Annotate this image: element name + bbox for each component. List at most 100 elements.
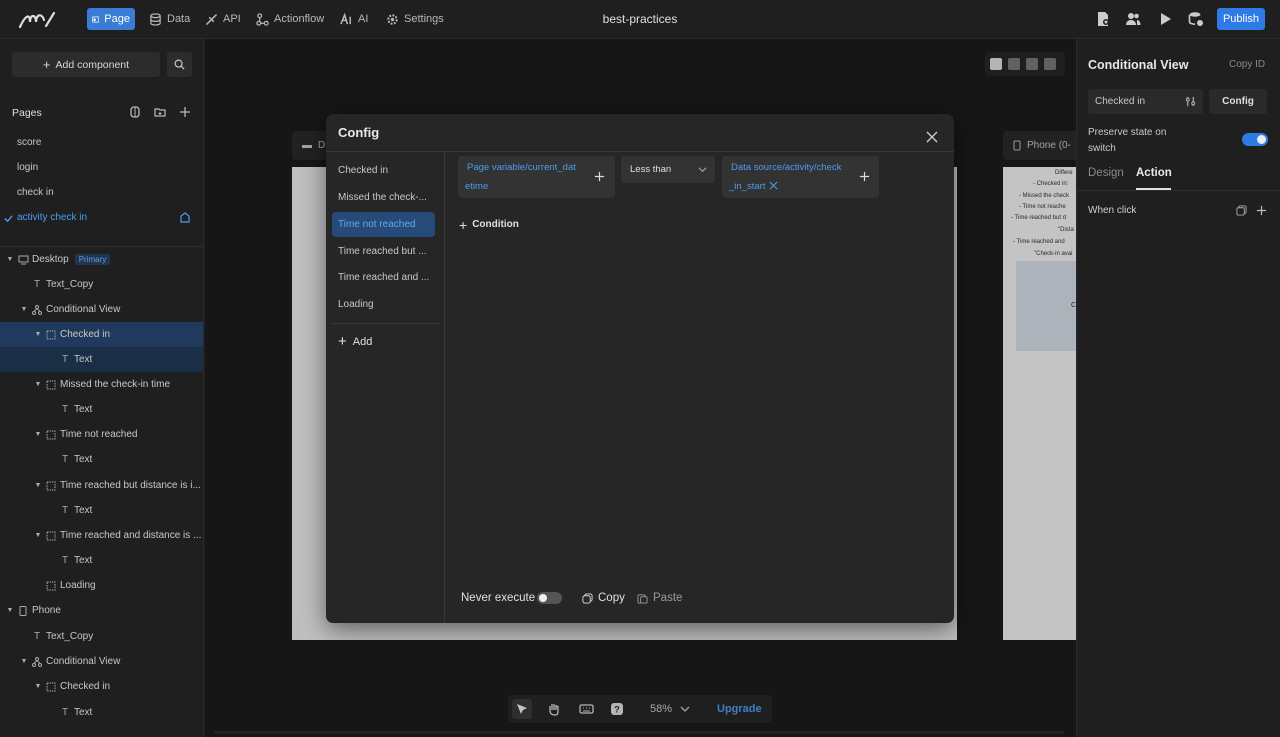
db-settings-icon[interactable] (1188, 11, 1204, 27)
state-select-value: Checked in (1095, 96, 1146, 107)
copy-icon (582, 592, 593, 604)
tree-label: Text (74, 555, 93, 566)
home-page-icon[interactable] (179, 212, 191, 224)
caret-down-icon[interactable]: ▼ (20, 306, 28, 313)
tree-item-text[interactable]: T Text (0, 498, 203, 523)
preserve-state-label: Preserve state on switch (1088, 127, 1167, 154)
when-click-label: When click (1088, 205, 1137, 216)
tree-item-phone[interactable]: ▼ Phone (0, 598, 203, 623)
add-condition-button[interactable]: + Condition (459, 218, 519, 232)
container-icon (45, 580, 57, 592)
tree-item-text-copy[interactable]: T Text_Copy (0, 272, 203, 297)
caret-down-icon[interactable]: ▼ (34, 431, 42, 438)
state-item-distance-invalid[interactable]: Time reached but ... (332, 239, 435, 264)
clear-icon[interactable] (769, 181, 778, 190)
search-button[interactable] (167, 52, 192, 77)
tree-item-time-not-reached[interactable]: ▼ Time not reached (0, 422, 203, 447)
nav-actionflow[interactable]: Actionflow (251, 8, 329, 30)
caret-down-icon[interactable]: ▼ (34, 683, 42, 690)
caret-down-icon[interactable]: ▼ (20, 658, 28, 665)
nav-page-label: Page (104, 13, 130, 25)
paste-button[interactable]: Paste (637, 592, 682, 604)
tree-item-text[interactable]: T Text (0, 347, 203, 372)
add-component-label: Add component (55, 58, 130, 71)
state-item-time-not-reached[interactable]: Time not reached (332, 212, 435, 237)
page-item-score[interactable]: score (17, 137, 41, 148)
divider (326, 151, 954, 152)
tree-item-text[interactable]: T Text (0, 700, 203, 725)
caret-down-icon[interactable]: ▼ (34, 482, 42, 489)
plus-icon[interactable] (594, 171, 605, 182)
add-state-button[interactable]: + Add (338, 334, 372, 349)
tree-item-text[interactable]: T Text (0, 397, 203, 422)
tree-item-distance-invalid[interactable]: ▼ Time reached but distance is i... (0, 473, 203, 498)
caret-down-icon[interactable]: ▼ (34, 532, 42, 539)
tree-item-text-copy[interactable]: T Text_Copy (0, 624, 203, 649)
publish-button[interactable]: Publish (1217, 8, 1265, 30)
primary-badge: Primary (74, 254, 111, 265)
caret-down-icon[interactable]: ▼ (34, 331, 42, 338)
logo-icon[interactable] (18, 10, 58, 30)
tree-item-conditional-view[interactable]: ▼ Conditional View (0, 649, 203, 674)
tab-design[interactable]: Design (1088, 167, 1124, 179)
nav-page[interactable]: Page (87, 8, 135, 30)
preserve-state-toggle[interactable] (1242, 133, 1268, 146)
add-component-button[interactable]: + Add component (12, 52, 160, 77)
add-folder-icon[interactable] (154, 106, 166, 118)
copy-id-button[interactable]: Copy ID (1229, 59, 1265, 70)
search-icon (174, 59, 185, 70)
tree-item-text[interactable]: T Text (0, 447, 203, 472)
tree-item-checked-in[interactable]: ▼ Checked in (0, 674, 203, 699)
tree-label: Loading (60, 580, 96, 591)
tab-action[interactable]: Action (1136, 167, 1172, 179)
page-item-login[interactable]: login (17, 162, 38, 173)
add-page-icon[interactable] (179, 106, 191, 118)
page-item-check-in[interactable]: check in (17, 187, 54, 198)
page-settings-icon[interactable] (1095, 11, 1111, 27)
caret-down-icon[interactable]: ▼ (34, 381, 42, 388)
copy-button[interactable]: Copy (582, 592, 625, 604)
text-icon: T (61, 404, 69, 415)
nav-settings[interactable]: Settings (381, 8, 449, 30)
tree-label: Text (74, 354, 93, 365)
state-item-checked-in[interactable]: Checked in (332, 158, 435, 183)
tree-item-checked-in[interactable]: ▼ Checked in (0, 322, 203, 347)
page-item-activity-check-in[interactable]: activity check in (17, 212, 87, 223)
tree-label: Checked in (60, 681, 111, 692)
tree-item-distance-valid[interactable]: ▼ Time reached and distance is ... (0, 523, 203, 548)
nav-api-label: API (223, 13, 241, 25)
caret-down-icon[interactable]: ▼ (6, 607, 14, 614)
nav-ai[interactable]: AI (335, 8, 373, 30)
container-icon (45, 530, 57, 542)
state-item-missed[interactable]: Missed the check-... (332, 185, 435, 210)
tree-item-missed[interactable]: ▼ Missed the check-in time (0, 372, 203, 397)
close-icon[interactable] (925, 130, 939, 144)
nav-settings-label: Settings (404, 13, 444, 25)
state-select[interactable]: Checked in (1088, 89, 1203, 114)
tree-item-conditional-view[interactable]: ▼ Conditional View (0, 297, 203, 322)
state-item-distance-valid[interactable]: Time reached and ... (332, 265, 435, 290)
nav-data[interactable]: Data (144, 8, 195, 30)
tree-item-text[interactable]: T Text (0, 548, 203, 573)
copy-action-icon[interactable] (1236, 205, 1247, 216)
tree-label: Text_Copy (46, 631, 94, 642)
left-operand-line1: Page variable/current_dat (467, 162, 576, 173)
tree-item-loading[interactable]: Loading (0, 573, 203, 598)
never-execute-toggle[interactable] (537, 592, 562, 604)
state-item-loading[interactable]: Loading (332, 292, 435, 317)
add-action-icon[interactable] (1256, 205, 1267, 216)
page-layout-icon[interactable] (129, 106, 141, 118)
tree-label: Desktop (32, 254, 69, 265)
caret-down-icon[interactable]: ▼ (6, 256, 14, 263)
tree-item-desktop[interactable]: ▼ Desktop Primary (0, 247, 203, 272)
tree-label: Text (74, 454, 93, 465)
nav-api[interactable]: API (200, 8, 246, 30)
plus-icon[interactable] (859, 171, 870, 182)
text-icon: T (61, 505, 69, 516)
paste-label: Paste (653, 592, 683, 604)
container-icon (45, 329, 57, 341)
config-button[interactable]: Config (1209, 89, 1267, 114)
play-icon[interactable] (1157, 11, 1173, 27)
users-icon[interactable] (1125, 11, 1141, 27)
paste-icon (637, 593, 648, 604)
